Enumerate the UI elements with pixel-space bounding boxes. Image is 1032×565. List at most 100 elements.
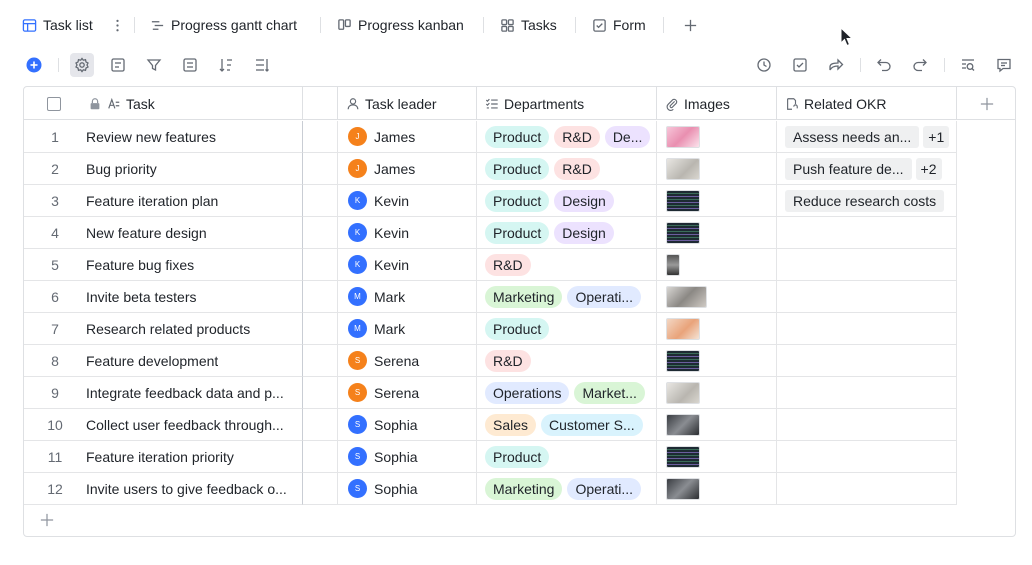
- departments-cell[interactable]: Operations Market...: [477, 377, 657, 409]
- sort-button[interactable]: [216, 55, 236, 75]
- departments-cell[interactable]: Product: [477, 441, 657, 473]
- leader-cell[interactable]: M Mark: [338, 313, 477, 345]
- table-row[interactable]: Invite beta testers 6 M Mark Marketing Operat…: [24, 281, 957, 313]
- comment-button[interactable]: [994, 55, 1014, 75]
- tasks-button[interactable]: [790, 55, 810, 75]
- departments-cell[interactable]: Sales Customer S...: [477, 409, 657, 441]
- leader-cell[interactable]: K Kevin: [338, 217, 477, 249]
- group-button[interactable]: [180, 55, 200, 75]
- okr-cell[interactable]: [777, 249, 957, 281]
- images-cell[interactable]: [657, 281, 777, 313]
- images-column-header[interactable]: Images: [657, 87, 777, 120]
- table-row[interactable]: Feature development 8 S Serena R&D: [24, 345, 957, 377]
- table-row[interactable]: New feature design 4 K Kevin Product Design: [24, 217, 957, 249]
- departments-cell[interactable]: Product R&D De...: [477, 121, 657, 153]
- image-thumbnail[interactable]: [666, 253, 680, 276]
- undo-button[interactable]: [874, 55, 894, 75]
- images-cell[interactable]: [657, 473, 777, 505]
- tab-progress-kanban[interactable]: Progress kanban: [337, 13, 464, 37]
- leader-cell[interactable]: S Sophia: [338, 473, 477, 505]
- images-cell[interactable]: [657, 409, 777, 441]
- okr-cell[interactable]: Reduce research costs: [777, 185, 957, 217]
- departments-cell[interactable]: Marketing Operati...: [477, 473, 657, 505]
- images-cell[interactable]: [657, 121, 777, 153]
- images-cell[interactable]: [657, 185, 777, 217]
- table-row[interactable]: Feature iteration priority 11 S Sophia Produ…: [24, 441, 957, 473]
- table-row[interactable]: Bug priority 2 J James Product R&D Push featur…: [24, 153, 957, 185]
- images-cell[interactable]: [657, 313, 777, 345]
- departments-cell[interactable]: Marketing Operati...: [477, 281, 657, 313]
- departments-cell[interactable]: R&D: [477, 345, 657, 377]
- images-cell[interactable]: [657, 441, 777, 473]
- images-cell[interactable]: [657, 377, 777, 409]
- add-record-button[interactable]: [24, 55, 44, 75]
- leader-cell[interactable]: S Serena: [338, 345, 477, 377]
- okr-cell[interactable]: [777, 345, 957, 377]
- okr-cell[interactable]: [777, 281, 957, 313]
- okr-cell[interactable]: [777, 441, 957, 473]
- field-settings-button[interactable]: [108, 55, 128, 75]
- okr-cell[interactable]: [777, 377, 957, 409]
- departments-column-header[interactable]: Departments: [477, 87, 657, 120]
- tab-progress-gantt-chart[interactable]: Progress gantt chart: [150, 13, 297, 37]
- leader-cell[interactable]: K Kevin: [338, 249, 477, 281]
- okr-cell[interactable]: [777, 409, 957, 441]
- table-row[interactable]: Feature bug fixes 5 K Kevin R&D: [24, 249, 957, 281]
- tab-more-icon[interactable]: [110, 13, 125, 37]
- images-cell[interactable]: [657, 345, 777, 377]
- image-thumbnail[interactable]: [666, 157, 700, 180]
- image-thumbnail[interactable]: [666, 445, 700, 468]
- image-thumbnail[interactable]: [666, 477, 700, 500]
- tab-task-list[interactable]: Task list: [22, 13, 93, 37]
- image-thumbnail[interactable]: [666, 413, 700, 436]
- leader-cell[interactable]: S Sophia: [338, 441, 477, 473]
- leader-cell[interactable]: M Mark: [338, 281, 477, 313]
- image-thumbnail[interactable]: [666, 349, 700, 372]
- share-button[interactable]: [826, 55, 846, 75]
- table-row[interactable]: Research related products 7 M Mark Product: [24, 313, 957, 345]
- okr-cell[interactable]: [777, 473, 957, 505]
- image-thumbnail[interactable]: [666, 317, 700, 340]
- leader-cell[interactable]: J James: [338, 121, 477, 153]
- departments-cell[interactable]: R&D: [477, 249, 657, 281]
- table-row[interactable]: Feature iteration plan 3 K Kevin Product Desi…: [24, 185, 957, 217]
- tab-form[interactable]: Form: [592, 13, 646, 37]
- okr-cell[interactable]: Assess needs an... +1: [777, 121, 957, 153]
- leader-cell[interactable]: J James: [338, 153, 477, 185]
- okr-cell[interactable]: [777, 217, 957, 249]
- departments-cell[interactable]: Product R&D: [477, 153, 657, 185]
- redo-button[interactable]: [910, 55, 930, 75]
- image-thumbnail[interactable]: [666, 381, 700, 404]
- automation-button[interactable]: [754, 55, 774, 75]
- add-column-button[interactable]: [957, 87, 1015, 120]
- leader-cell[interactable]: S Serena: [338, 377, 477, 409]
- task-column-header[interactable]: Task: [24, 87, 303, 120]
- images-cell[interactable]: [657, 249, 777, 281]
- departments-cell[interactable]: Product Design: [477, 217, 657, 249]
- table-row[interactable]: Integrate feedback data and p... 9 S Serena…: [24, 377, 957, 409]
- leader-cell[interactable]: K Kevin: [338, 185, 477, 217]
- table-row[interactable]: Invite users to give feedback o... 12 S Sop…: [24, 473, 957, 505]
- image-thumbnail[interactable]: [666, 285, 707, 308]
- row-height-button[interactable]: [252, 55, 272, 75]
- image-thumbnail[interactable]: [666, 221, 700, 244]
- table-row[interactable]: Collect user feedback through... 10 S Sophi…: [24, 409, 957, 441]
- okr-cell[interactable]: Push feature de... +2: [777, 153, 957, 185]
- images-cell[interactable]: [657, 217, 777, 249]
- search-button[interactable]: [958, 55, 978, 75]
- leader-column-header[interactable]: Task leader: [338, 87, 477, 120]
- add-view-button[interactable]: [683, 13, 698, 37]
- departments-cell[interactable]: Product: [477, 313, 657, 345]
- okr-column-header[interactable]: Related OKR: [777, 87, 957, 120]
- filter-button[interactable]: [144, 55, 164, 75]
- departments-cell[interactable]: Product Design: [477, 185, 657, 217]
- add-row-button[interactable]: [38, 511, 56, 529]
- settings-button[interactable]: [70, 53, 94, 77]
- select-all-checkbox[interactable]: [47, 96, 61, 111]
- tab-tasks[interactable]: Tasks: [500, 13, 557, 37]
- okr-cell[interactable]: [777, 313, 957, 345]
- leader-cell[interactable]: S Sophia: [338, 409, 477, 441]
- table-row[interactable]: Review new features 1 J James Product R&D De..…: [24, 121, 957, 153]
- image-thumbnail[interactable]: [666, 189, 700, 212]
- image-thumbnail[interactable]: [666, 125, 700, 148]
